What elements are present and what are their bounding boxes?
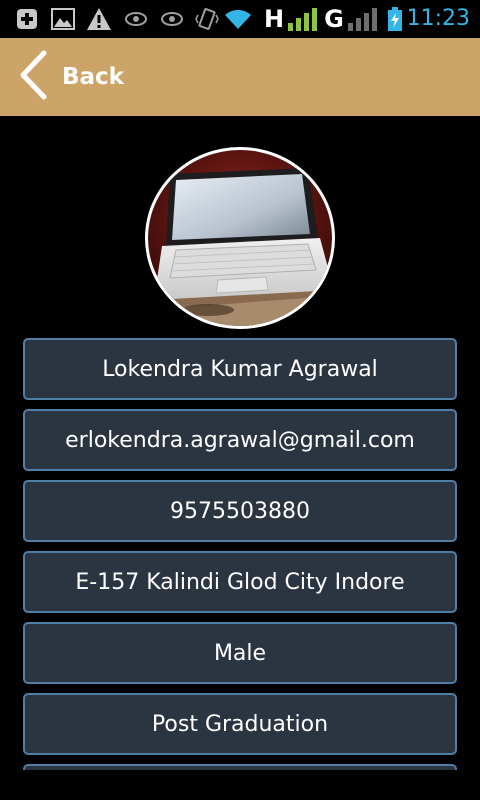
avatar-photo bbox=[148, 150, 332, 326]
status-time: 11:23 bbox=[406, 6, 470, 31]
network-type-label: H bbox=[263, 5, 285, 33]
battery-charging-icon bbox=[386, 6, 404, 32]
address-field[interactable]: E-157 Kalindi Glod City Indore bbox=[23, 551, 457, 613]
email-field[interactable]: erlokendra.agrawal@gmail.com bbox=[23, 409, 457, 471]
image-icon bbox=[50, 6, 76, 32]
qualification-field[interactable]: Post Graduation bbox=[23, 693, 457, 755]
add-notification-icon bbox=[14, 6, 40, 32]
status-bar: H G 11:23 bbox=[0, 0, 480, 38]
bottom-edge bbox=[0, 770, 480, 800]
warning-icon bbox=[86, 6, 112, 32]
signal-icon: G bbox=[322, 5, 382, 33]
back-button[interactable]: Back bbox=[18, 50, 124, 104]
signal-icon: H bbox=[262, 5, 322, 33]
eye-icon bbox=[124, 6, 148, 32]
back-label: Back bbox=[62, 64, 124, 90]
wifi-icon bbox=[222, 6, 254, 32]
name-field[interactable]: Lokendra Kumar Agrawal bbox=[23, 338, 457, 400]
header-bar: Back bbox=[0, 38, 480, 116]
gender-field[interactable]: Male bbox=[23, 622, 457, 684]
avatar[interactable] bbox=[145, 147, 335, 329]
phone-field[interactable]: 9575503880 bbox=[23, 480, 457, 542]
network-type-label: G bbox=[324, 5, 344, 33]
chevron-left-icon bbox=[18, 50, 48, 104]
vibrate-icon bbox=[194, 6, 220, 32]
eye-icon bbox=[160, 6, 184, 32]
